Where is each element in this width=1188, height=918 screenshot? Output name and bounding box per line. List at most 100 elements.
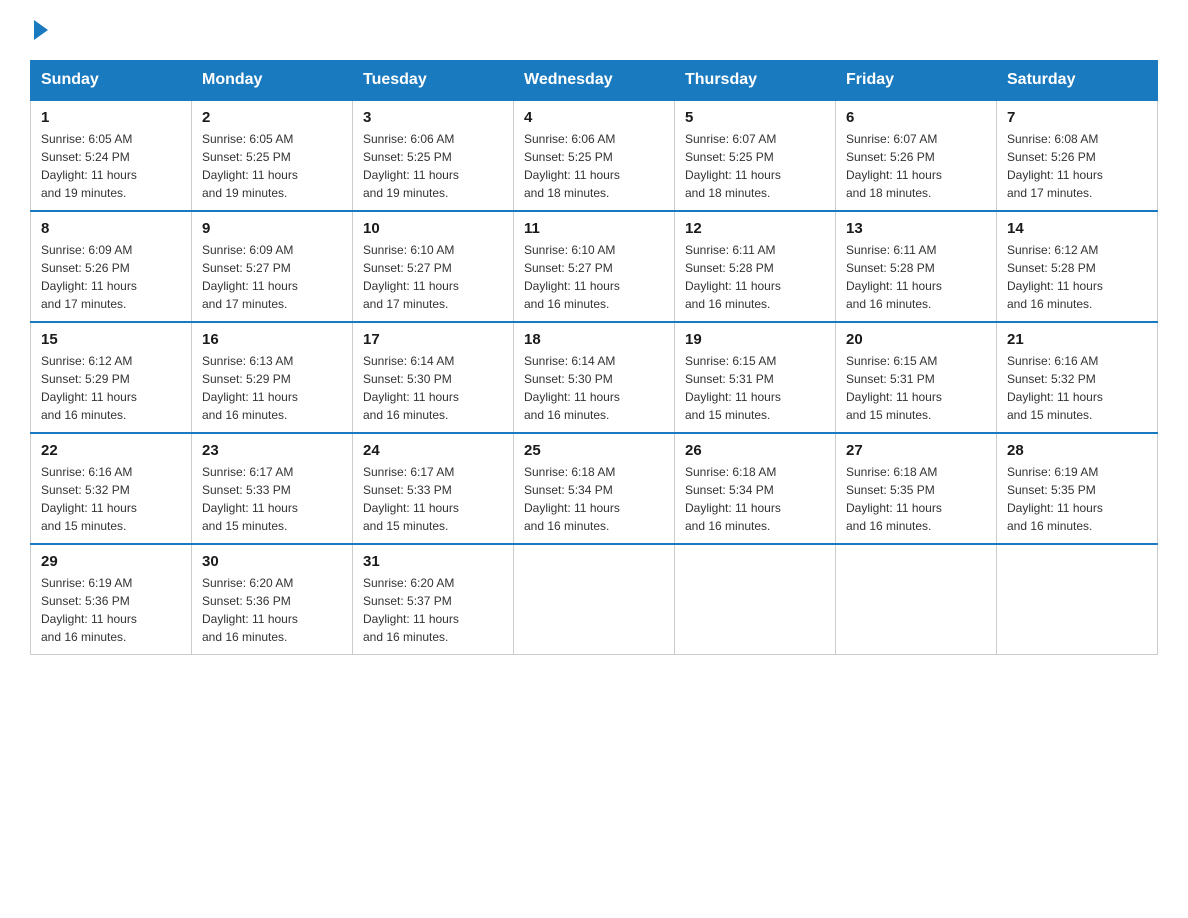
day-number: 15 [41, 331, 181, 348]
day-number: 4 [524, 109, 664, 126]
table-row: 28 Sunrise: 6:19 AMSunset: 5:35 PMDaylig… [997, 433, 1158, 544]
table-row: 14 Sunrise: 6:12 AMSunset: 5:28 PMDaylig… [997, 211, 1158, 322]
day-info: Sunrise: 6:12 AMSunset: 5:28 PMDaylight:… [1007, 243, 1103, 311]
day-info: Sunrise: 6:05 AMSunset: 5:24 PMDaylight:… [41, 132, 137, 200]
day-info: Sunrise: 6:18 AMSunset: 5:34 PMDaylight:… [524, 465, 620, 533]
table-row: 20 Sunrise: 6:15 AMSunset: 5:31 PMDaylig… [836, 322, 997, 433]
day-info: Sunrise: 6:18 AMSunset: 5:34 PMDaylight:… [685, 465, 781, 533]
col-thursday: Thursday [675, 61, 836, 101]
table-row: 23 Sunrise: 6:17 AMSunset: 5:33 PMDaylig… [192, 433, 353, 544]
day-info: Sunrise: 6:05 AMSunset: 5:25 PMDaylight:… [202, 132, 298, 200]
day-number: 5 [685, 109, 825, 126]
table-row: 15 Sunrise: 6:12 AMSunset: 5:29 PMDaylig… [31, 322, 192, 433]
day-number: 13 [846, 220, 986, 237]
table-row: 17 Sunrise: 6:14 AMSunset: 5:30 PMDaylig… [353, 322, 514, 433]
day-number: 19 [685, 331, 825, 348]
col-monday: Monday [192, 61, 353, 101]
table-row [675, 544, 836, 655]
table-row: 5 Sunrise: 6:07 AMSunset: 5:25 PMDayligh… [675, 100, 836, 211]
day-number: 29 [41, 553, 181, 570]
col-sunday: Sunday [31, 61, 192, 101]
table-row [997, 544, 1158, 655]
page-header [30, 20, 1158, 40]
day-number: 20 [846, 331, 986, 348]
day-number: 12 [685, 220, 825, 237]
day-number: 6 [846, 109, 986, 126]
table-row: 13 Sunrise: 6:11 AMSunset: 5:28 PMDaylig… [836, 211, 997, 322]
col-wednesday: Wednesday [514, 61, 675, 101]
calendar-table: Sunday Monday Tuesday Wednesday Thursday… [30, 60, 1158, 655]
table-row: 8 Sunrise: 6:09 AMSunset: 5:26 PMDayligh… [31, 211, 192, 322]
calendar-week-row: 22 Sunrise: 6:16 AMSunset: 5:32 PMDaylig… [31, 433, 1158, 544]
day-number: 23 [202, 442, 342, 459]
day-number: 24 [363, 442, 503, 459]
day-number: 31 [363, 553, 503, 570]
day-number: 9 [202, 220, 342, 237]
day-info: Sunrise: 6:09 AMSunset: 5:26 PMDaylight:… [41, 243, 137, 311]
day-number: 30 [202, 553, 342, 570]
day-number: 25 [524, 442, 664, 459]
table-row: 24 Sunrise: 6:17 AMSunset: 5:33 PMDaylig… [353, 433, 514, 544]
table-row: 10 Sunrise: 6:10 AMSunset: 5:27 PMDaylig… [353, 211, 514, 322]
table-row: 30 Sunrise: 6:20 AMSunset: 5:36 PMDaylig… [192, 544, 353, 655]
table-row: 1 Sunrise: 6:05 AMSunset: 5:24 PMDayligh… [31, 100, 192, 211]
day-info: Sunrise: 6:10 AMSunset: 5:27 PMDaylight:… [363, 243, 459, 311]
calendar-week-row: 1 Sunrise: 6:05 AMSunset: 5:24 PMDayligh… [31, 100, 1158, 211]
calendar-week-row: 8 Sunrise: 6:09 AMSunset: 5:26 PMDayligh… [31, 211, 1158, 322]
calendar-week-row: 15 Sunrise: 6:12 AMSunset: 5:29 PMDaylig… [31, 322, 1158, 433]
table-row: 3 Sunrise: 6:06 AMSunset: 5:25 PMDayligh… [353, 100, 514, 211]
day-info: Sunrise: 6:20 AMSunset: 5:37 PMDaylight:… [363, 576, 459, 644]
table-row: 18 Sunrise: 6:14 AMSunset: 5:30 PMDaylig… [514, 322, 675, 433]
col-friday: Friday [836, 61, 997, 101]
table-row: 9 Sunrise: 6:09 AMSunset: 5:27 PMDayligh… [192, 211, 353, 322]
day-number: 3 [363, 109, 503, 126]
table-row: 6 Sunrise: 6:07 AMSunset: 5:26 PMDayligh… [836, 100, 997, 211]
table-row: 21 Sunrise: 6:16 AMSunset: 5:32 PMDaylig… [997, 322, 1158, 433]
day-number: 11 [524, 220, 664, 237]
day-info: Sunrise: 6:12 AMSunset: 5:29 PMDaylight:… [41, 354, 137, 422]
day-number: 7 [1007, 109, 1147, 126]
day-info: Sunrise: 6:11 AMSunset: 5:28 PMDaylight:… [685, 243, 781, 311]
day-info: Sunrise: 6:11 AMSunset: 5:28 PMDaylight:… [846, 243, 942, 311]
day-number: 22 [41, 442, 181, 459]
table-row: 4 Sunrise: 6:06 AMSunset: 5:25 PMDayligh… [514, 100, 675, 211]
day-info: Sunrise: 6:06 AMSunset: 5:25 PMDaylight:… [524, 132, 620, 200]
table-row: 11 Sunrise: 6:10 AMSunset: 5:27 PMDaylig… [514, 211, 675, 322]
table-row: 26 Sunrise: 6:18 AMSunset: 5:34 PMDaylig… [675, 433, 836, 544]
day-info: Sunrise: 6:19 AMSunset: 5:35 PMDaylight:… [1007, 465, 1103, 533]
table-row: 2 Sunrise: 6:05 AMSunset: 5:25 PMDayligh… [192, 100, 353, 211]
table-row [514, 544, 675, 655]
table-row: 12 Sunrise: 6:11 AMSunset: 5:28 PMDaylig… [675, 211, 836, 322]
day-number: 27 [846, 442, 986, 459]
day-info: Sunrise: 6:14 AMSunset: 5:30 PMDaylight:… [363, 354, 459, 422]
table-row: 16 Sunrise: 6:13 AMSunset: 5:29 PMDaylig… [192, 322, 353, 433]
day-info: Sunrise: 6:14 AMSunset: 5:30 PMDaylight:… [524, 354, 620, 422]
calendar-week-row: 29 Sunrise: 6:19 AMSunset: 5:36 PMDaylig… [31, 544, 1158, 655]
day-info: Sunrise: 6:13 AMSunset: 5:29 PMDaylight:… [202, 354, 298, 422]
day-number: 14 [1007, 220, 1147, 237]
logo-blue-text [30, 20, 48, 40]
day-info: Sunrise: 6:19 AMSunset: 5:36 PMDaylight:… [41, 576, 137, 644]
day-info: Sunrise: 6:15 AMSunset: 5:31 PMDaylight:… [685, 354, 781, 422]
day-number: 10 [363, 220, 503, 237]
day-info: Sunrise: 6:18 AMSunset: 5:35 PMDaylight:… [846, 465, 942, 533]
day-info: Sunrise: 6:06 AMSunset: 5:25 PMDaylight:… [363, 132, 459, 200]
table-row [836, 544, 997, 655]
table-row: 19 Sunrise: 6:15 AMSunset: 5:31 PMDaylig… [675, 322, 836, 433]
day-info: Sunrise: 6:08 AMSunset: 5:26 PMDaylight:… [1007, 132, 1103, 200]
col-saturday: Saturday [997, 61, 1158, 101]
day-number: 1 [41, 109, 181, 126]
col-tuesday: Tuesday [353, 61, 514, 101]
table-row: 29 Sunrise: 6:19 AMSunset: 5:36 PMDaylig… [31, 544, 192, 655]
day-number: 17 [363, 331, 503, 348]
table-row: 25 Sunrise: 6:18 AMSunset: 5:34 PMDaylig… [514, 433, 675, 544]
day-number: 16 [202, 331, 342, 348]
day-info: Sunrise: 6:07 AMSunset: 5:25 PMDaylight:… [685, 132, 781, 200]
day-info: Sunrise: 6:17 AMSunset: 5:33 PMDaylight:… [202, 465, 298, 533]
calendar-header-row: Sunday Monday Tuesday Wednesday Thursday… [31, 61, 1158, 101]
logo-triangle-icon [34, 20, 48, 40]
day-number: 21 [1007, 331, 1147, 348]
day-info: Sunrise: 6:16 AMSunset: 5:32 PMDaylight:… [1007, 354, 1103, 422]
day-info: Sunrise: 6:15 AMSunset: 5:31 PMDaylight:… [846, 354, 942, 422]
day-info: Sunrise: 6:10 AMSunset: 5:27 PMDaylight:… [524, 243, 620, 311]
